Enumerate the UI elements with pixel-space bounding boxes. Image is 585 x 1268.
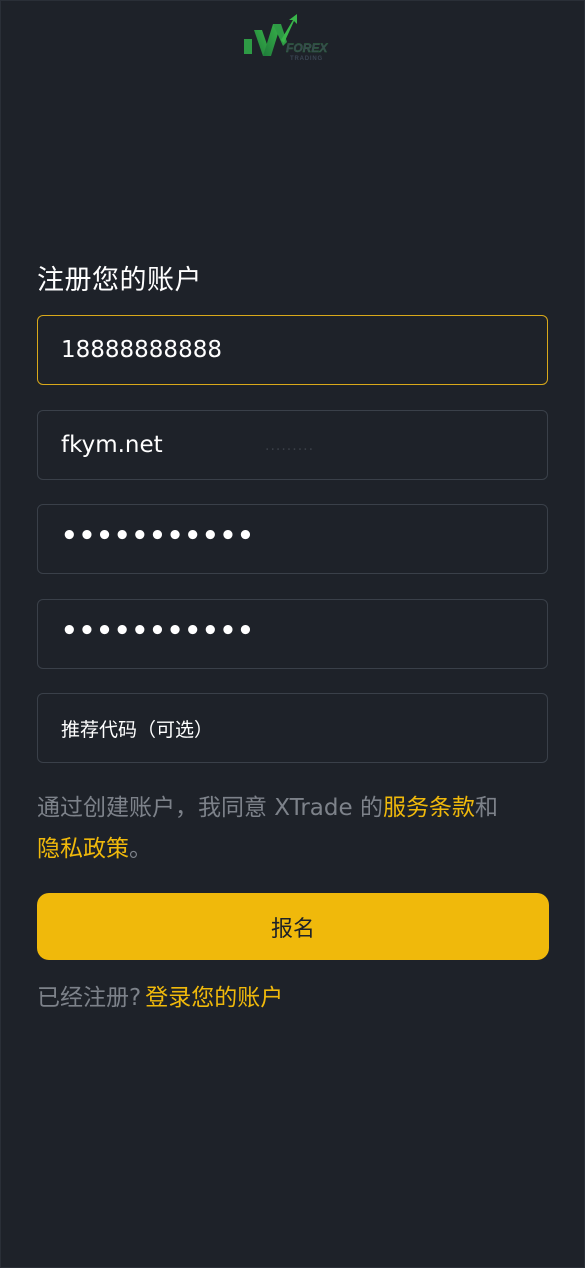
phone-input-value: 18888888888 (61, 337, 222, 363)
password-input-value: ••••••••••• (61, 521, 255, 551)
username-ghost-text: ········· (265, 442, 315, 458)
phone-input[interactable]: 18888888888 (37, 315, 548, 385)
terms-middle: 和 (474, 795, 498, 821)
terms-prefix: 通过创建账户，我同意 XTrade 的 (37, 795, 383, 821)
referral-code-input[interactable]: 推荐代码（可选） (37, 693, 548, 763)
page-title: 注册您的账户 (37, 265, 202, 296)
confirm-password-input[interactable]: ••••••••••• (37, 599, 548, 669)
password-input[interactable]: ••••••••••• (37, 504, 548, 574)
username-input-value: fkym.net (61, 432, 163, 458)
terms-notice: 通过创建账户，我同意 XTrade 的服务条款和隐私政策。 (37, 788, 557, 870)
logo-brand-top: FOREX (286, 41, 328, 55)
forex-trading-logo: FOREX TRADING (244, 14, 329, 62)
logo-brand-bottom: TRADING (290, 56, 323, 62)
signin-prompt: 已经注册? 登录您的账户 (37, 978, 283, 1012)
privacy-policy-link[interactable]: 隐私政策 (37, 836, 129, 862)
register-button[interactable]: 报名 (37, 893, 549, 960)
terms-suffix: 。 (129, 836, 152, 862)
signin-link[interactable]: 登录您的账户 (145, 985, 283, 1011)
confirm-password-input-value: ••••••••••• (61, 616, 255, 646)
terms-of-service-link[interactable]: 服务条款 (383, 795, 475, 821)
signin-prompt-text: 已经注册? (37, 985, 142, 1011)
referral-code-placeholder: 推荐代码（可选） (61, 718, 214, 741)
